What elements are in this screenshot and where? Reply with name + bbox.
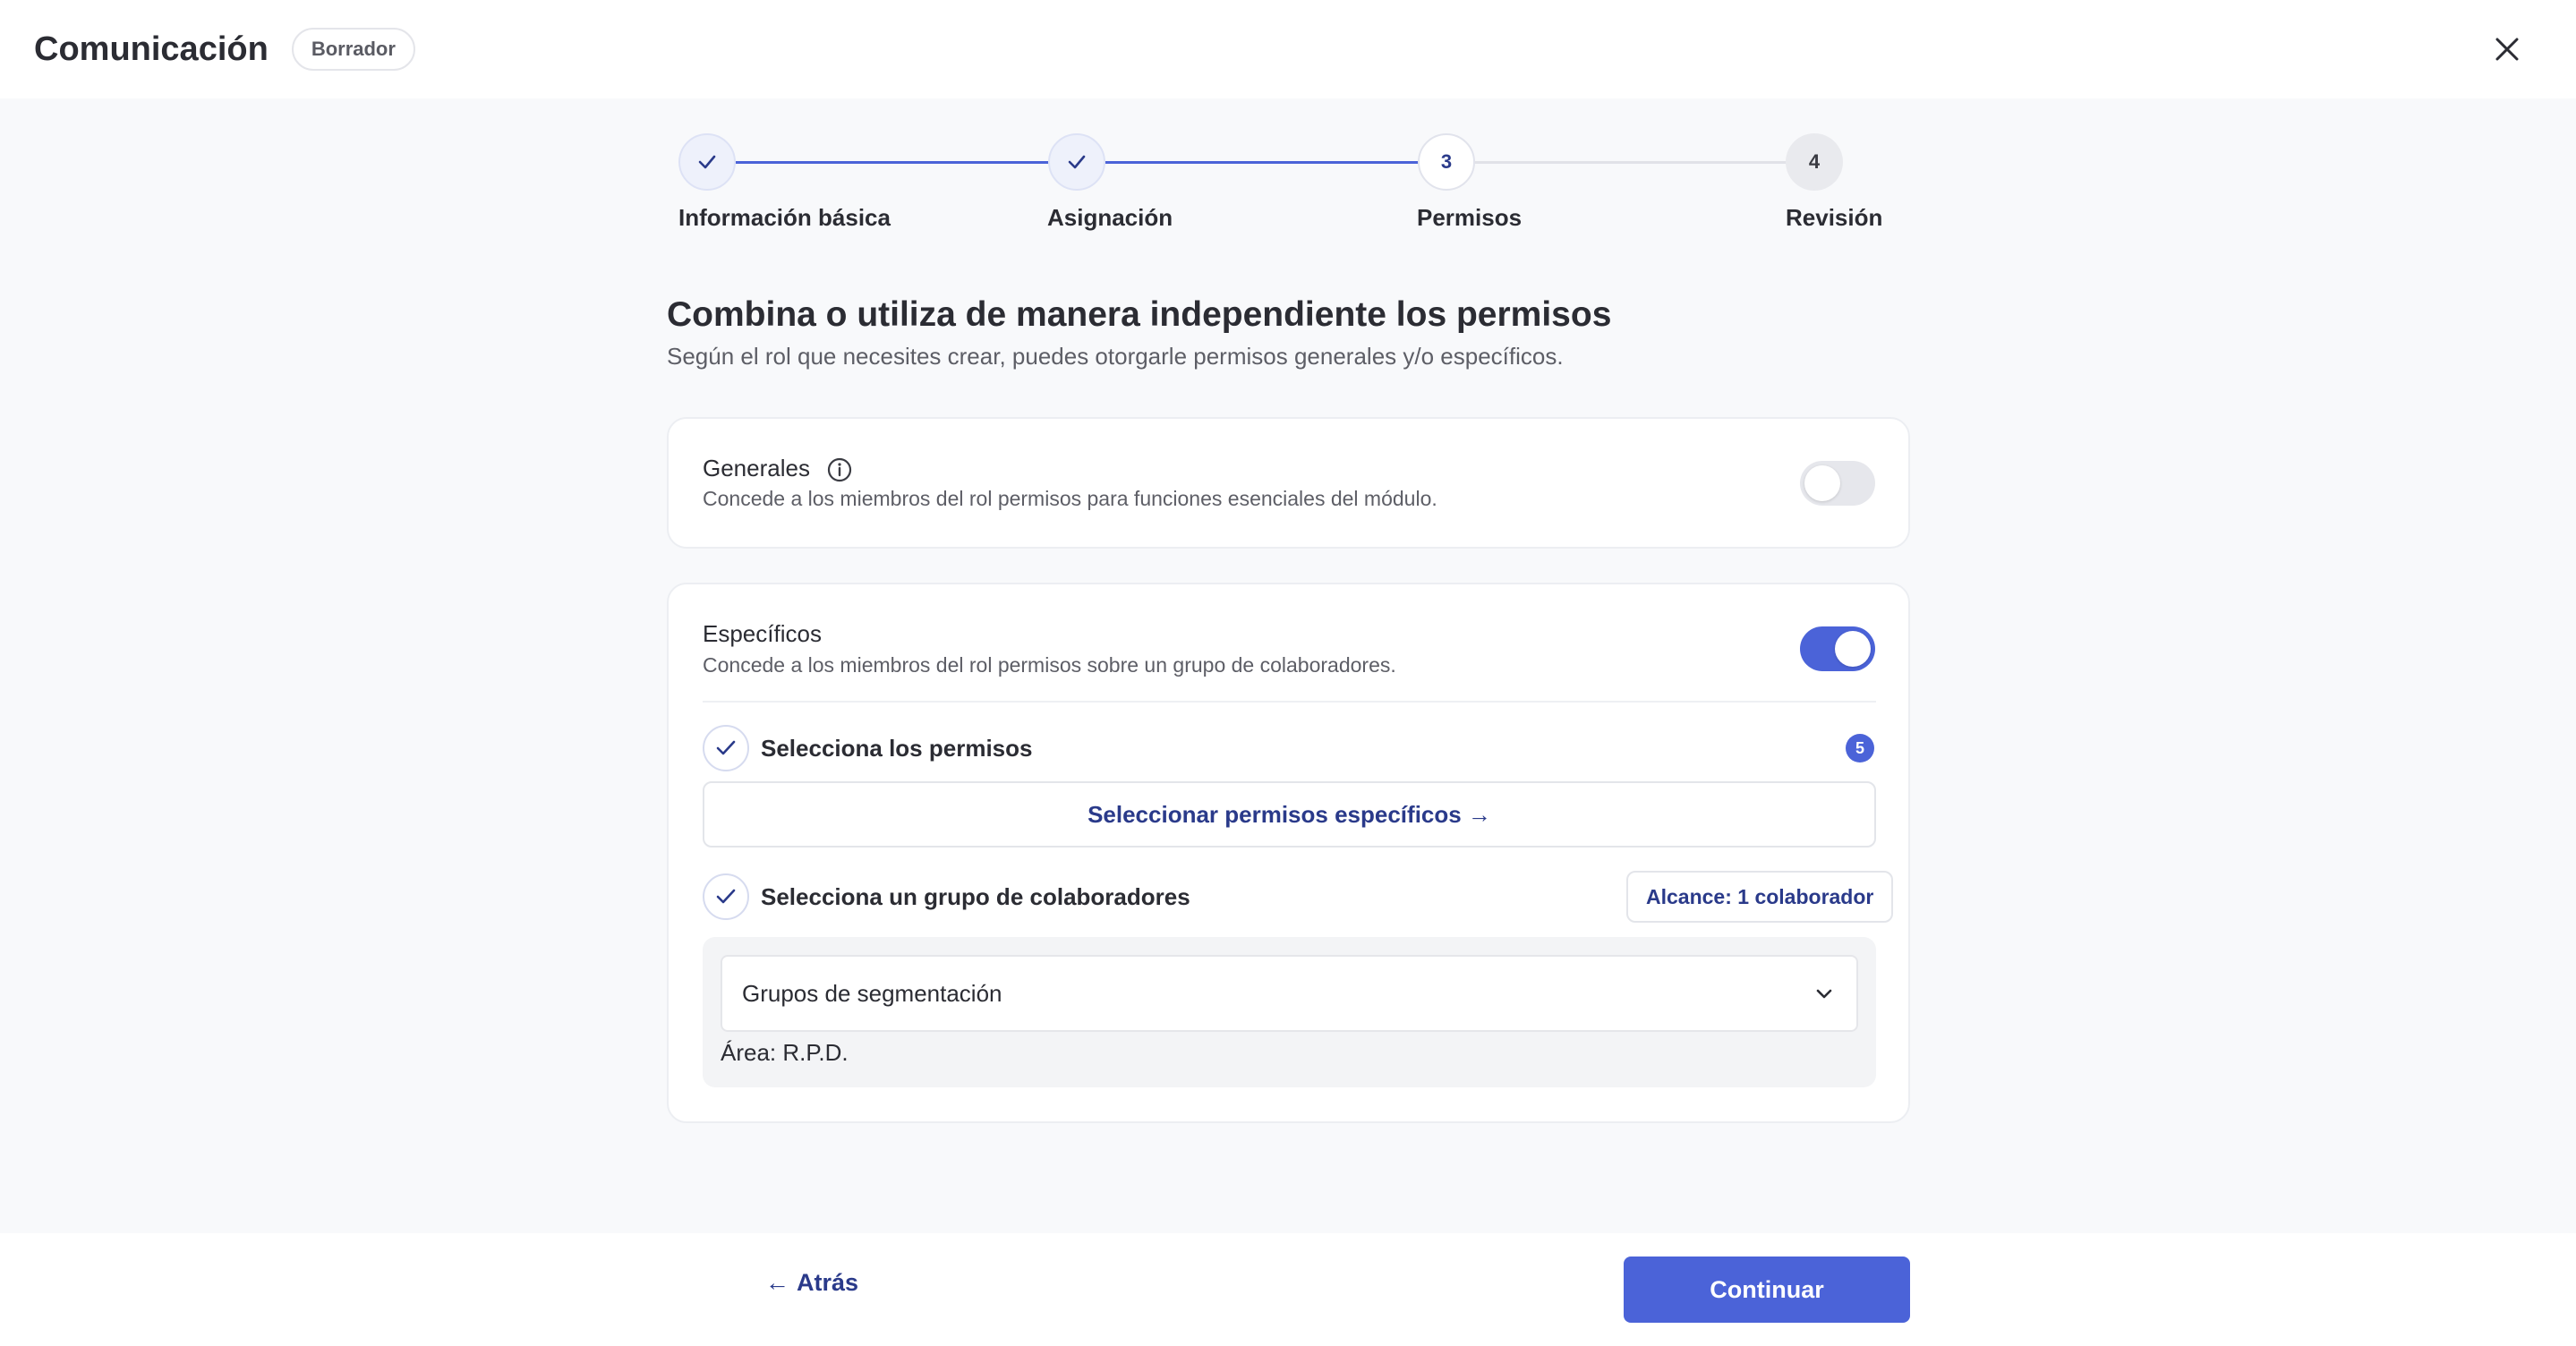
specific-description: Concede a los miembros del rol permisos … [703, 653, 1396, 677]
group-step-check [703, 873, 749, 920]
info-icon[interactable] [826, 456, 853, 483]
select-group-label: Selecciona un grupo de colaboradores [761, 883, 1190, 910]
select-specific-permissions-button[interactable]: Seleccionar permisos específicos → [703, 781, 1876, 848]
divider [703, 701, 1876, 703]
step-1-label: Información básica [678, 204, 891, 231]
step-connector-1 [736, 161, 1049, 164]
step-connector-2 [1105, 161, 1419, 164]
check-icon [716, 889, 736, 904]
step-1-circle [678, 133, 736, 191]
specific-title: Específicos [703, 620, 822, 647]
step-connector-3 [1475, 161, 1788, 164]
specific-permissions-card: Específicos Concede a los miembros del r… [667, 583, 1910, 1123]
back-label: Atrás [797, 1269, 859, 1296]
step-2-label: Asignación [1047, 204, 1173, 231]
check-icon [1068, 155, 1086, 169]
footer-bar: ← Atrás Continuar [0, 1233, 2576, 1346]
general-toggle[interactable] [1800, 461, 1875, 506]
step-4-circle: 4 [1786, 133, 1843, 191]
arrow-left-icon: ← [765, 1269, 789, 1296]
specific-toggle[interactable] [1800, 626, 1875, 671]
step-3-label: Permisos [1417, 204, 1523, 231]
select-permissions-label: Selecciona los permisos [761, 735, 1033, 762]
back-button[interactable]: ← Atrás [765, 1269, 858, 1297]
step-4-label: Revisión [1786, 204, 1883, 231]
permissions-count-badge: 5 [1846, 734, 1874, 762]
continue-button[interactable]: Continuar [1624, 1257, 1910, 1323]
check-icon [698, 155, 716, 169]
toggle-knob [1804, 465, 1840, 501]
segmentation-groups-select[interactable]: Grupos de segmentación [721, 955, 1858, 1032]
general-description: Concede a los miembros del rol permisos … [703, 487, 1437, 510]
chevron-down-icon [1816, 989, 1832, 999]
step-3-circle: 3 [1418, 133, 1475, 191]
general-title: Generales [703, 455, 810, 481]
permissions-step-check [703, 725, 749, 771]
section-subheading: Según el rol que necesites crear, puedes… [667, 343, 1564, 370]
toggle-knob [1835, 631, 1871, 667]
section-heading: Combina o utiliza de manera independient… [667, 295, 1612, 334]
segmentation-panel: Grupos de segmentación Área: R.P.D. [703, 937, 1876, 1087]
stepper: 3 4 Información básica Asignación Permis… [0, 0, 2576, 242]
check-icon [716, 740, 736, 755]
general-permissions-card: Generales Concede a los miembros del rol… [667, 417, 1910, 549]
step-2-circle [1048, 133, 1105, 191]
scope-badge: Alcance: 1 colaborador [1626, 871, 1894, 923]
area-value: Área: R.P.D. [721, 1039, 849, 1066]
select-value: Grupos de segmentación [742, 979, 1002, 1007]
